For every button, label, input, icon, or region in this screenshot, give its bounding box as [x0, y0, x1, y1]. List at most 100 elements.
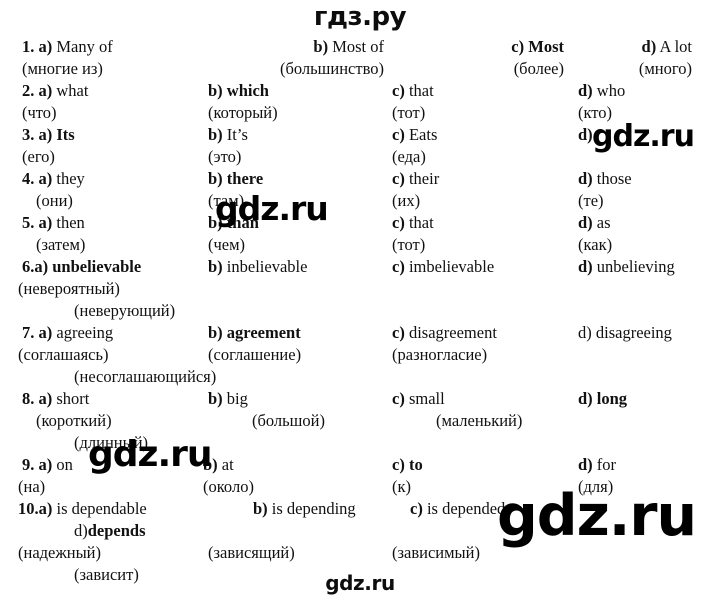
option-b: b) agreement — [208, 322, 301, 343]
option-text: then — [56, 213, 85, 232]
option-text: big — [226, 389, 248, 408]
option-label: a) — [38, 499, 53, 518]
option-label: c) — [392, 257, 405, 276]
translation: (его) — [22, 147, 55, 166]
option-c: c) Most — [392, 36, 564, 57]
translation: (еда) — [392, 147, 426, 166]
option-text: who — [596, 81, 626, 100]
option-c: c) that — [392, 212, 434, 233]
option-text: Most of — [332, 37, 384, 56]
option-label: c) — [410, 499, 423, 518]
option-a: 1. a) Many of — [22, 36, 113, 57]
translation: (они) — [36, 191, 73, 210]
option-text: Many of — [56, 37, 113, 56]
translation: (затем) — [36, 235, 86, 254]
option-b: b) inbelievable — [208, 256, 307, 277]
option-d: d) — [578, 124, 593, 145]
option-label: a) — [38, 213, 53, 232]
option-a: 2. a) what — [22, 80, 88, 101]
option-c: c) small — [392, 388, 445, 409]
question-number: 7. — [22, 323, 35, 342]
option-label: c) — [392, 323, 405, 342]
option-text: agreement — [226, 323, 301, 342]
option-b: b) big — [208, 388, 248, 409]
option-d: d) unbelieving — [578, 256, 675, 277]
translation: (к) — [392, 477, 412, 496]
option-text: agreeing — [56, 323, 114, 342]
option-label: a) — [38, 125, 53, 144]
question-number: 2. — [22, 81, 35, 100]
option-a: 8. a) short — [22, 388, 89, 409]
option-d: d) for — [578, 454, 616, 475]
option-text: small — [408, 389, 445, 408]
option-label: c) — [392, 389, 405, 408]
option-text: which — [226, 81, 269, 100]
option-text: disagreement — [408, 323, 497, 342]
option-label: c) — [392, 81, 405, 100]
option-label: b) — [208, 169, 223, 188]
option-label: a) — [38, 169, 53, 188]
translation: (соглашение) — [208, 345, 302, 364]
option-label: d) — [641, 37, 657, 56]
watermark-gdz: gdz.ru — [497, 483, 697, 549]
option-text: unbelievable — [52, 257, 142, 276]
option-label: a) — [38, 323, 53, 342]
translation: (многие из) — [22, 59, 103, 78]
translation: (это) — [208, 147, 242, 166]
option-text: Most — [528, 37, 564, 56]
option-a: 5. a) then — [22, 212, 85, 233]
question-row: 7. a) agreeing b) agreement c) disagreem… — [0, 322, 720, 388]
option-b: b) which — [208, 80, 269, 101]
option-text: is depended — [426, 499, 506, 518]
option-label: b) — [208, 323, 223, 342]
translation: (их) — [392, 191, 421, 210]
option-d: d) long — [578, 388, 627, 409]
option-b: b) is depending — [253, 498, 356, 519]
option-b: b) there — [208, 168, 263, 189]
option-text: those — [596, 169, 632, 188]
option-label: c) — [511, 37, 525, 56]
translation: (соглашаясь) — [18, 345, 109, 364]
option-text: short — [56, 389, 90, 408]
option-c: c) Eats — [392, 124, 437, 145]
option-text: imbelievable — [408, 257, 495, 276]
question-row: 4. a) they b) there c) their d) those (о… — [0, 168, 720, 212]
option-label: b) — [208, 257, 223, 276]
option-label: d) — [74, 521, 88, 540]
question-number: 1. — [22, 37, 35, 56]
option-text: depends — [87, 521, 146, 540]
option-label: d) — [578, 323, 592, 342]
translation-extra: (зависит) — [74, 565, 139, 584]
option-text: It’s — [226, 125, 248, 144]
option-d: d) A lot — [560, 36, 692, 57]
translation: (около) — [203, 477, 254, 496]
question-row: 6.a) unbelievable b) inbelievable c) imb… — [0, 256, 720, 322]
option-label: b) — [208, 81, 223, 100]
option-text: to — [408, 455, 423, 474]
question-number: 9. — [22, 455, 35, 474]
translation: (тот) — [392, 235, 426, 254]
option-c: c) that — [392, 80, 434, 101]
option-c: c) to — [392, 454, 423, 475]
option-c: c) imbelievable — [392, 256, 494, 277]
translation: (невероятный) — [18, 279, 120, 298]
option-d: d) as — [578, 212, 611, 233]
option-a: 4. a) they — [22, 168, 85, 189]
option-text: inbelievable — [226, 257, 308, 276]
option-b: b) Most of — [208, 36, 384, 57]
option-label: a) — [34, 257, 49, 276]
option-text: A lot — [659, 37, 692, 56]
watermark-gdz: gdz.ru — [88, 434, 213, 475]
question-row: 1. a) Many of b) Most of c) Most d) A lo… — [0, 36, 720, 80]
translation: (надежный) — [18, 543, 102, 562]
option-text: Its — [56, 125, 75, 144]
option-d: d) disagreeing — [578, 322, 672, 343]
option-label: d) — [578, 389, 593, 408]
translation: (большой) — [252, 411, 325, 430]
option-text: Eats — [408, 125, 438, 144]
option-text: is dependable — [56, 499, 147, 518]
translation: (зависимый) — [392, 543, 480, 562]
question-row: 5. a) then b) than c) that d) as (затем)… — [0, 212, 720, 256]
translation: (на) — [18, 477, 46, 496]
translation: (чем) — [208, 235, 246, 254]
